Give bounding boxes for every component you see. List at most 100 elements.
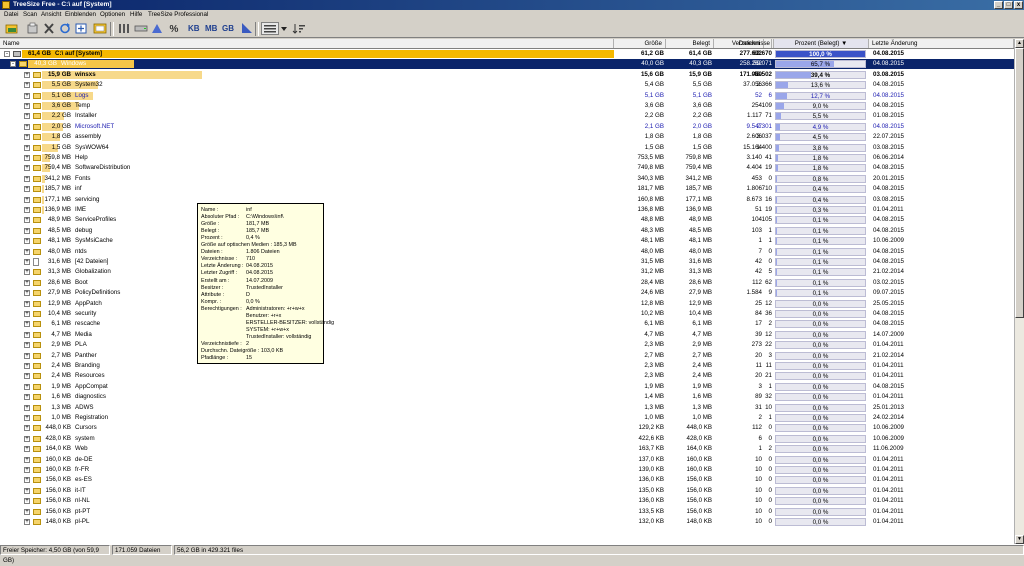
tree-row[interactable]: +160,0 KBde-DE137,0 KB160,0 KB1000,0 %01… [0,455,1014,465]
expand-icon[interactable]: + [24,259,30,265]
tree-row[interactable]: +164,0 KBWeb163,7 KB164,0 KB120,0 %11.06… [0,444,1014,454]
tree-row[interactable]: +1,3 MBADWS1,3 MB1,3 MB31100,0 %25.01.20… [0,403,1014,413]
tree-row[interactable]: +6,1 MBrescache6,1 MB6,1 MB1720,0 %04.08… [0,319,1014,329]
expand-icon[interactable]: + [24,197,30,203]
tree-row[interactable]: -61,4 GBC:\ auf [System]61,2 GB61,4 GB27… [0,49,1014,59]
expand-icon[interactable]: + [24,134,30,140]
tree-row[interactable]: +2,4 MBBranding2,3 MB2,4 MB11110,0 %01.0… [0,361,1014,371]
menu-scan[interactable]: Scan [23,10,37,20]
col-percent[interactable]: Prozent (Belegt) ▼ [774,39,869,48]
tree-row[interactable]: +48,5 MBdebug48,3 MB48,5 MB10310,1 %04.0… [0,226,1014,236]
kb-button[interactable]: KB [188,23,200,35]
expand-icon[interactable]: + [24,155,30,161]
mb-button[interactable]: MB [205,23,217,35]
tree-row[interactable]: +3,6 GBTemp3,6 GB3,6 GB2541099,0 %04.08.… [0,101,1014,111]
tree-row[interactable]: +156,0 KBnl-NL136,0 KB156,0 KB1000,0 %01… [0,496,1014,506]
tree-row[interactable]: +156,0 KBes-ES136,0 KB156,0 KB1000,0 %01… [0,475,1014,485]
expand-icon[interactable]: + [24,301,30,307]
expand-icon[interactable]: + [24,425,30,431]
tree-row[interactable]: +148,0 KBpl-PL132,0 KB148,0 KB1000,0 %01… [0,517,1014,527]
expand-icon[interactable]: + [24,217,30,223]
tree-row[interactable]: +1,8 GBassembly1,8 GB1,8 GB2.6063.0374,5… [0,132,1014,142]
expand-icon[interactable] [74,22,88,35]
menu-einblenden[interactable]: Einblenden [65,10,96,20]
menu-ansicht[interactable]: Ansicht [41,10,61,20]
col-folders[interactable]: Verzeichnisse [716,39,774,48]
view-dropdown-icon[interactable] [281,22,287,35]
expand-icon[interactable]: + [24,488,30,494]
menu-optionen[interactable]: Optionen [100,10,125,20]
tree-row[interactable]: -40,3 GBWindows40,0 GB40,3 GB258.26259.0… [0,59,1014,69]
minimize-button[interactable]: _ [994,1,1003,9]
tree-row[interactable]: +10,4 MBsecurity10,2 MB10,4 MB84360,0 %0… [0,309,1014,319]
expand-icon[interactable]: + [24,72,30,78]
percent-button[interactable]: % [167,22,181,35]
scroll-up-icon[interactable]: ▲ [1015,39,1024,48]
refresh-icon[interactable] [58,22,72,35]
tree-row[interactable]: +31,3 MBGlobalization31,2 MB31,3 MB4250,… [0,267,1014,277]
expand-icon[interactable]: + [24,290,30,296]
tree-row[interactable]: +156,0 KBit-IT135,0 KB156,0 KB1000,0 %01… [0,486,1014,496]
tree-row[interactable]: +177,1 MBservicing160,8 MB177,1 MB8.6731… [0,195,1014,205]
tree-row[interactable]: +28,6 MBBoot28,4 MB28,6 MB112620,1 %03.0… [0,278,1014,288]
tree-row[interactable]: +2,2 GBInstaller2,2 GB2,2 GB1.117715,5 %… [0,111,1014,121]
expand-icon[interactable]: + [24,249,30,255]
tree-row[interactable]: +15,9 GBwinsxs15,6 GB15,9 GB171.05948.50… [0,70,1014,80]
expand-icon[interactable]: + [24,124,30,130]
expand-icon[interactable]: + [24,363,30,369]
col-changed[interactable]: Letzte Änderung [869,39,1014,48]
tree-row[interactable]: +2,4 MBResources2,3 MB2,4 MB20210,0 %01.… [0,371,1014,381]
maximize-button[interactable]: □ [1004,1,1013,9]
tree-row[interactable]: +27,9 MBPolicyDefinitions24,6 MB27,9 MB1… [0,288,1014,298]
expand-icon[interactable]: + [24,477,30,483]
close-button[interactable]: x [1014,1,1023,9]
expand-icon[interactable]: + [24,207,30,213]
expand-icon[interactable]: + [24,186,30,192]
tree-row[interactable]: +759,4 MBSoftwareDistribution749,8 MB759… [0,163,1014,173]
menu-treesize-professional[interactable]: TreeSize Professional [148,10,208,20]
col-used[interactable]: Belegt [666,39,714,48]
tree-row[interactable]: +48,9 MBServiceProfiles48,8 MB48,9 MB104… [0,215,1014,225]
expand-icon[interactable]: + [24,509,30,515]
tree-row[interactable]: +185,7 MBinf181,7 MB185,7 MB1.8067100,4 … [0,184,1014,194]
tree-row[interactable]: +4,7 MBMedia4,7 MB4,7 MB39120,0 %14.07.2… [0,330,1014,340]
expand-icon[interactable]: + [24,280,30,286]
expand-icon[interactable]: + [24,311,30,317]
tree-row[interactable]: +2,9 MBPLA2,3 MB2,9 MB273220,0 %01.04.20… [0,340,1014,350]
expand-icon[interactable]: + [24,176,30,182]
expand-icon[interactable]: + [24,373,30,379]
expand-icon[interactable]: + [24,498,30,504]
tree-row[interactable]: +1,5 GBSysWOW641,5 GB1,5 GB15.1641.4003,… [0,143,1014,153]
tree-row[interactable]: +5,5 GBSystem325,4 GB5,5 GB37.0562.36613… [0,80,1014,90]
columns-icon[interactable] [117,22,131,35]
expand-icon[interactable]: + [24,93,30,99]
expand-icon[interactable]: + [24,113,30,119]
expand-icon[interactable]: + [24,332,30,338]
expand-icon[interactable]: + [24,103,30,109]
expand-icon[interactable]: + [24,238,30,244]
tree-row[interactable]: +1,0 MBRegistration1,0 MB1,0 MB210,0 %24… [0,413,1014,423]
expand-icon[interactable]: + [24,436,30,442]
tree-row[interactable]: +48,0 MBntds48,0 MB48,0 MB700,1 %04.08.2… [0,247,1014,257]
tree-row[interactable]: +5,1 GBLogs5,1 GB5,1 GB52612,7 %04.08.20… [0,91,1014,101]
tree-row[interactable]: +1,6 MBdiagnostics1,4 MB1,6 MB89320,0 %0… [0,392,1014,402]
tree-row[interactable]: +1,9 MBAppCompat1,9 MB1,9 MB310,0 %04.08… [0,382,1014,392]
expand-icon[interactable]: + [24,467,30,473]
drive-icon[interactable] [134,22,148,35]
expand-icon[interactable]: + [24,321,30,327]
tree-row[interactable]: +2,7 MBPanther2,7 MB2,7 MB2030,0 %21.02.… [0,351,1014,361]
sort-icon[interactable] [292,22,306,35]
folder-tree-icon[interactable] [93,22,107,35]
tree-row[interactable]: +759,8 MBHelp753,5 MB759,8 MB3.140411,8 … [0,153,1014,163]
tree-row[interactable]: +428,0 KBsystem422,6 KB428,0 KB600,0 %10… [0,434,1014,444]
tree-row[interactable]: +48,1 MBSysMsiCache48,1 MB48,1 MB110,1 %… [0,236,1014,246]
scan-icon[interactable] [26,22,40,35]
tree-row[interactable]: +156,0 KBpt-PT133,5 KB156,0 KB1000,0 %01… [0,507,1014,517]
scroll-thumb[interactable] [1015,48,1024,318]
tree-row[interactable]: +341,2 MBFonts340,3 MB341,2 MB45300,8 %2… [0,174,1014,184]
menu-datei[interactable]: Datei [4,10,18,20]
expand-icon[interactable]: + [24,269,30,275]
gb-button[interactable]: GB [222,23,234,35]
col-size[interactable]: Größe [614,39,666,48]
bar-chart-icon[interactable] [240,22,254,35]
